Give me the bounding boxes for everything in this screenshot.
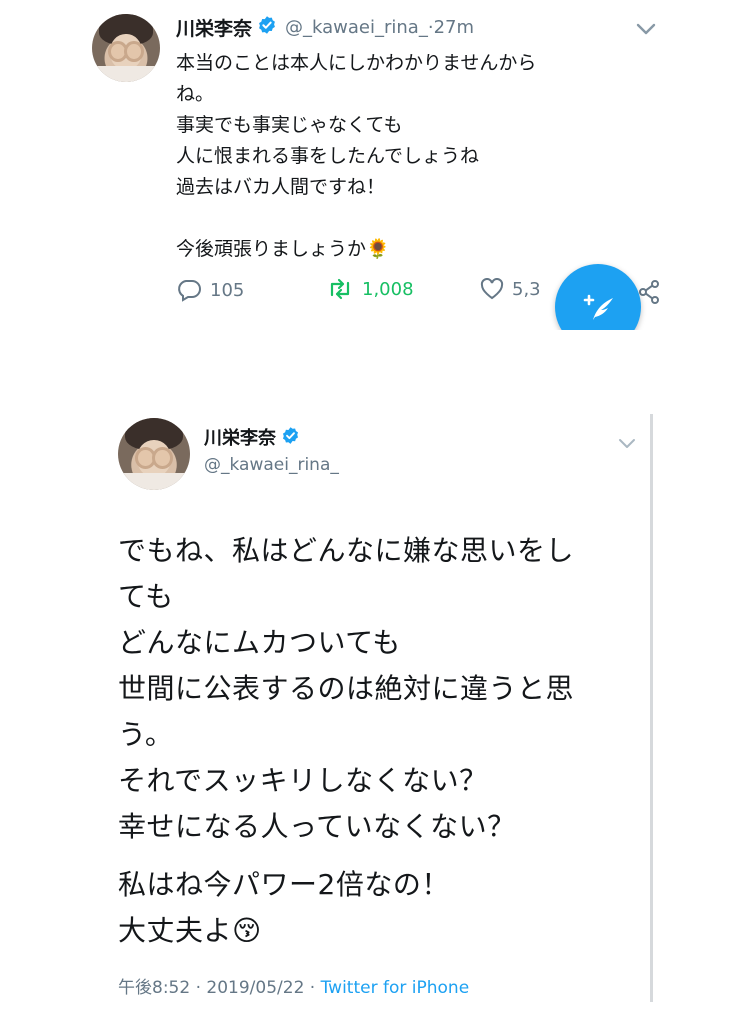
compose-icon [583, 294, 613, 320]
tweet-line: どんなにムカついても [118, 626, 401, 659]
tweet-line: 幸せになる人っていなくない？ [118, 810, 516, 843]
like-button[interactable]: 5,3 [480, 278, 541, 300]
tweet-line: ても [118, 580, 174, 613]
avatar[interactable] [92, 14, 160, 82]
chevron-down-icon[interactable] [636, 22, 656, 36]
tweet-text: でもね、私はどんなに嫌な思いをし ても どんなにムカついても 世間に公表するのは… [118, 528, 638, 954]
like-icon [480, 278, 504, 300]
retweet-button[interactable]: 1,008 [326, 278, 414, 300]
meta-separator: · [304, 978, 321, 998]
tweet-date[interactable]: 2019/05/22 [206, 978, 304, 998]
retweet-icon [330, 278, 350, 300]
tweet-line-blank [176, 203, 626, 234]
divider [650, 414, 653, 1002]
reply-count: 105 [210, 279, 245, 301]
verified-badge-icon [257, 15, 277, 39]
tweet-line: 過去はバカ人間ですね！ [176, 176, 386, 198]
tweet-source-link[interactable]: Twitter for iPhone [321, 978, 470, 998]
reply-button[interactable]: 105 [176, 278, 244, 302]
tweet-line: 大丈夫よ😚 [118, 914, 262, 947]
tweet-author: 川栄李奈 [204, 424, 300, 450]
tweet-line: 本当のことは本人にしかわかりませんから [176, 52, 537, 74]
verified-badge-icon [281, 426, 300, 449]
tweet-header: 川栄李奈 @_kawaei_rina_ · 27m [176, 12, 474, 42]
display-name[interactable]: 川栄李奈 [204, 424, 276, 450]
tweet-time[interactable]: 27m [434, 17, 474, 38]
like-count: 5,3 [512, 278, 541, 300]
user-handle[interactable]: @_kawaei_rina_ [204, 455, 339, 475]
tweet-time[interactable]: 午後8:52 [118, 978, 190, 998]
tweet-line: それでスッキリしなくない？ [118, 764, 488, 797]
compose-tweet-button[interactable] [555, 264, 641, 330]
reply-icon [178, 280, 201, 302]
share-icon[interactable] [638, 280, 660, 304]
tweet-text: 本当のことは本人にしかわかりませんから ね。 事実でも事実じゃなくても 人に恨ま… [176, 48, 626, 265]
retweet-count: 1,008 [362, 278, 414, 300]
tweet-line: でもね、私はどんなに嫌な思いをし [118, 534, 575, 567]
tweet-line: う。 [118, 718, 174, 751]
tweet-line: 人に恨まれる事をしたんでしょうね [176, 145, 480, 167]
tweet-metadata: 午後8:52 · 2019/05/22 · Twitter for iPhone [118, 973, 469, 998]
tweet-line: 今後頑張りましょうか🌻 [176, 238, 390, 260]
user-handle[interactable]: @_kawaei_rina_ [285, 17, 428, 38]
tweet-line: ね。 [176, 83, 215, 105]
avatar[interactable] [118, 418, 190, 490]
tweet-line: 事実でも事実じゃなくても [176, 114, 403, 136]
tweet-line: 世間に公表するのは絶対に違うと思 [118, 672, 575, 705]
display-name[interactable]: 川栄李奈 [176, 14, 252, 41]
chevron-down-icon[interactable] [618, 438, 636, 450]
tweet-line: 私はね今パワー2倍なの！ [118, 868, 450, 901]
meta-separator: · [190, 978, 207, 998]
timeline-tweet[interactable]: 川栄李奈 @_kawaei_rina_ · 27m 本当のことは本人にしかわかり… [0, 0, 750, 330]
